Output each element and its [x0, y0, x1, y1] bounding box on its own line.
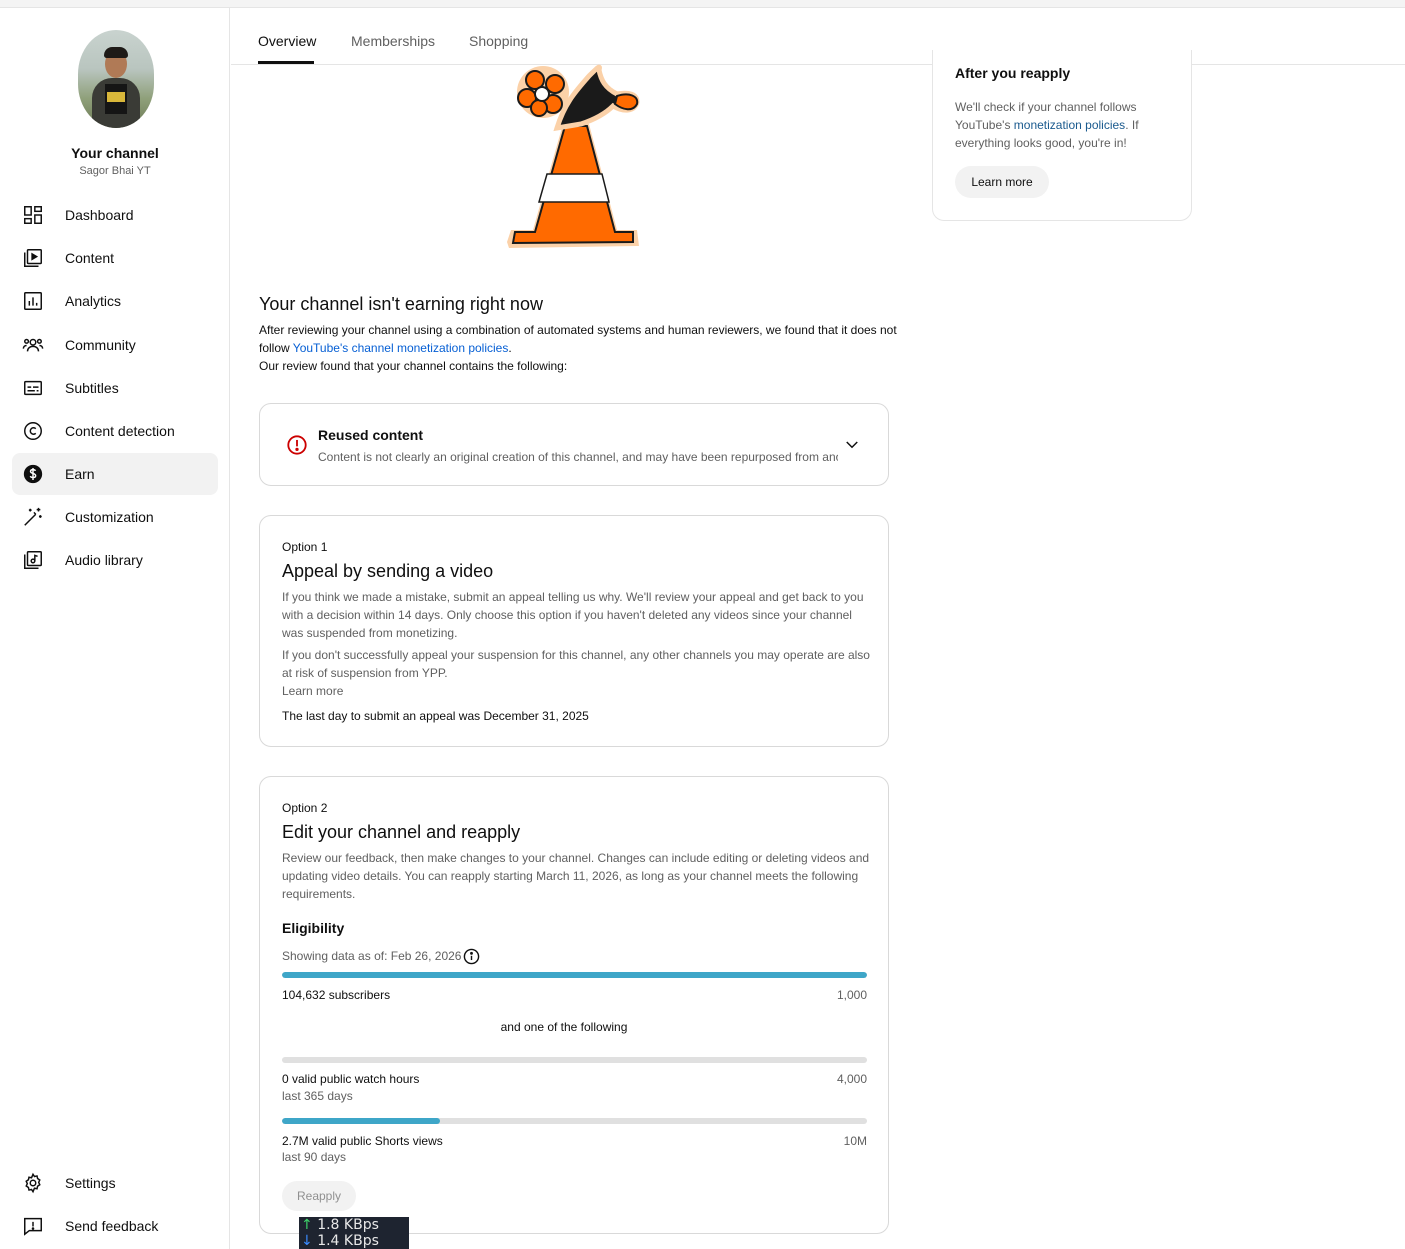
sidebar-item-settings[interactable]: Settings	[12, 1162, 218, 1204]
channel-handle: Sagor Bhai YT	[79, 165, 151, 177]
shorts-views-metric: 2.7M valid public Shorts views	[282, 1134, 443, 1148]
sidebar-item-label: Audio library	[65, 552, 143, 568]
sidebar-item-community[interactable]: Community	[12, 324, 218, 366]
review-intro-punct: .	[508, 341, 512, 355]
option1-label: Option 1	[282, 540, 328, 554]
reused-content-card[interactable]: Reused content Content is not clearly an…	[259, 403, 889, 486]
tab-shopping[interactable]: Shopping	[469, 33, 528, 49]
learn-more-button[interactable]: Learn more	[955, 166, 1049, 198]
after-reapply-text: We'll check if your channel follows YouT…	[955, 98, 1155, 152]
watch-hours-period: last 365 days	[282, 1089, 353, 1103]
sidebar-item-content-detection[interactable]: Content detection	[12, 410, 218, 452]
sidebar-item-customization[interactable]: Customization	[12, 496, 218, 538]
channel-title[interactable]: Your channel	[0, 145, 230, 161]
option1-warning: If you don't successfully appeal your su…	[282, 648, 870, 680]
content-icon	[24, 249, 42, 267]
reused-content-description: Content is not clearly an original creat…	[318, 450, 838, 464]
sidebar-item-label: Dashboard	[65, 207, 134, 223]
option2-text: Review our feedback, then make changes t…	[282, 851, 870, 901]
shorts-views-progress-bar	[282, 1118, 867, 1124]
reused-content-title: Reused content	[318, 427, 424, 443]
and-one-of-following: and one of the following	[500, 1020, 628, 1034]
feedback-icon	[24, 1217, 42, 1236]
reapply-button[interactable]: Reapply	[282, 1181, 356, 1211]
shorts-views-period: last 90 days	[282, 1150, 347, 1164]
gear-icon	[25, 1172, 41, 1194]
option1-title: Appeal by sending a video	[282, 561, 494, 581]
after-reapply-title: After you reapply	[955, 65, 1071, 81]
magic-wand-icon	[24, 507, 42, 526]
dollar-icon	[23, 464, 43, 484]
info-icon[interactable]	[463, 948, 480, 965]
traffic-cone-illustration	[507, 64, 640, 248]
after-reapply-card: After you reapply We'll check if your ch…	[932, 50, 1192, 221]
dashboard-icon	[24, 206, 42, 224]
option1-text: If you think we made a mistake, submit a…	[282, 590, 864, 640]
option2-title: Edit your channel and reapply	[282, 822, 521, 842]
network-speed-widget: ↑ 1.8 KBps ↓ 1.4 KBps	[299, 1217, 409, 1249]
error-icon	[287, 435, 307, 455]
chevron-down-icon[interactable]	[843, 436, 861, 454]
upload-arrow-icon: ↑	[301, 1217, 313, 1233]
option2-card: Option 2 Edit your channel and reapply R…	[259, 776, 889, 1234]
monetization-policies-link[interactable]: YouTube's channel monetization policies	[293, 341, 509, 355]
subscribers-progress-fill	[282, 972, 867, 978]
subtitles-icon	[24, 380, 42, 396]
subscribers-progress-bar	[282, 972, 867, 978]
eligibility-title: Eligibility	[282, 920, 345, 936]
appeal-deadline: The last day to submit an appeal was Dec…	[282, 709, 589, 723]
analytics-icon	[24, 292, 42, 310]
sidebar-item-label: Community	[65, 337, 136, 353]
top-edge	[0, 0, 1405, 8]
sidebar-item-label: Subtitles	[65, 380, 119, 396]
watch-hours-metric: 0 valid public watch hours	[282, 1072, 420, 1086]
sidebar: Your channel Sagor Bhai YT Dashboard Con…	[0, 8, 230, 1249]
upload-speed: 1.8 KBps	[317, 1217, 379, 1233]
sidebar-item-subtitles[interactable]: Subtitles	[12, 367, 218, 409]
download-speed: 1.4 KBps	[317, 1233, 379, 1249]
watch-hours-target: 4,000	[836, 1072, 867, 1086]
sidebar-item-send-feedback[interactable]: Send feedback	[12, 1205, 218, 1247]
copyright-icon	[24, 422, 42, 440]
subscribers-target: 1,000	[836, 988, 867, 1002]
sidebar-item-label: Analytics	[65, 293, 122, 309]
tab-overview[interactable]: Overview	[258, 33, 316, 49]
download-arrow-icon: ↓	[301, 1233, 313, 1249]
monetization-policies-side-link[interactable]: monetization policies	[1014, 118, 1125, 132]
option1-learn-more-link[interactable]: Learn more	[282, 682, 872, 700]
tab-bar: Overview Memberships Shopping	[231, 8, 1405, 65]
shorts-views-target: 10M	[843, 1134, 867, 1148]
sidebar-item-content[interactable]: Content	[12, 237, 218, 279]
sidebar-item-audio-library[interactable]: Audio library	[12, 539, 218, 581]
sidebar-item-label: Send feedback	[65, 1218, 159, 1234]
tab-memberships[interactable]: Memberships	[351, 33, 435, 49]
shorts-views-progress-fill	[282, 1118, 440, 1124]
review-intro: After reviewing your channel using a com…	[259, 321, 899, 375]
sidebar-item-label: Customization	[65, 509, 154, 525]
option2-label: Option 2	[282, 801, 328, 815]
sidebar-item-analytics[interactable]: Analytics	[12, 280, 218, 322]
watch-hours-progress-bar	[282, 1057, 867, 1063]
sidebar-item-earn[interactable]: Earn	[12, 453, 218, 495]
subscribers-metric: 104,632 subscribers	[282, 988, 391, 1002]
review-intro-line2: Our review found that your channel conta…	[259, 359, 568, 373]
audio-library-icon	[24, 551, 42, 569]
sidebar-item-label: Content detection	[65, 423, 175, 439]
option1-card: Option 1 Appeal by sending a video If yo…	[259, 515, 889, 747]
community-icon	[22, 338, 44, 352]
sidebar-item-label: Content	[65, 250, 115, 266]
showing-data-date: Showing data as of: Feb 26, 2026	[282, 949, 462, 963]
sidebar-item-label: Earn	[65, 466, 95, 482]
sidebar-item-label: Settings	[65, 1175, 116, 1191]
page-title: Your channel isn't earning right now	[259, 294, 543, 314]
sidebar-item-dashboard[interactable]: Dashboard	[12, 194, 218, 236]
active-tab-indicator	[258, 61, 314, 64]
channel-avatar[interactable]	[78, 30, 154, 128]
